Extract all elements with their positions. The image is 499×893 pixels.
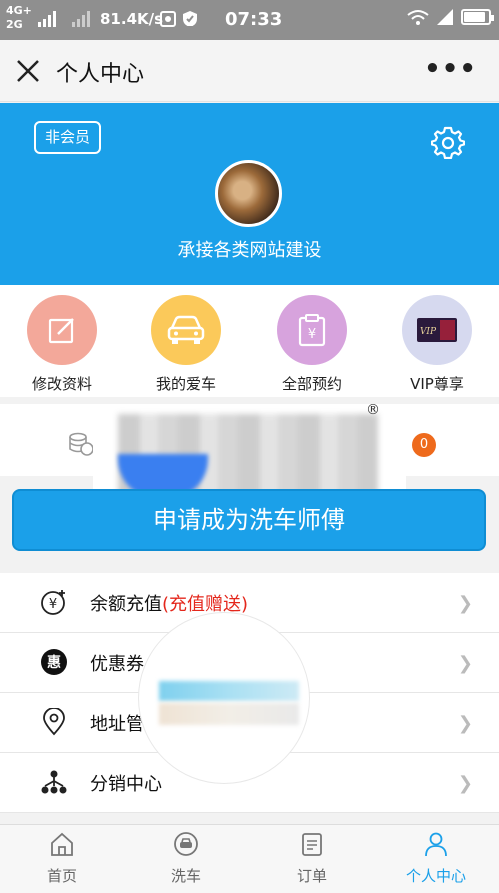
menu-item-label: 余额充值: [90, 594, 162, 615]
svg-text:¥: ¥: [49, 597, 57, 612]
home-icon: [51, 832, 73, 856]
coupon-icon: 惠: [41, 649, 67, 675]
quick-actions: 修改资料 我的爱车 ¥ 全部预约 VIP VIP尊享: [0, 285, 499, 397]
registered-mark: ®: [366, 404, 380, 418]
menu-item-label: 分销中心: [90, 774, 162, 795]
quick-action-appointments[interactable]: ¥ 全部预约: [272, 295, 352, 394]
apply-washer-button[interactable]: 申请成为洗车师傅: [12, 489, 486, 551]
tab-orders[interactable]: 订单: [250, 831, 374, 886]
menu-item-label: 优惠券: [90, 654, 144, 675]
avatar[interactable]: [215, 160, 282, 227]
quick-action-label: VIP尊享: [410, 375, 464, 393]
quick-action-label: 全部预约: [281, 375, 342, 393]
username: 承接各类网站建设: [177, 240, 322, 261]
quick-action-edit-profile[interactable]: 修改资料: [22, 295, 102, 394]
svg-text:惠: 惠: [47, 654, 61, 671]
page-title: 个人中心: [56, 62, 145, 87]
order-icon: [302, 833, 322, 856]
more-menu-button[interactable]: •••: [424, 54, 477, 84]
user-icon: [425, 832, 447, 857]
nav-bar: 个人中心 •••: [0, 40, 499, 102]
signal-icon-secondary: [72, 11, 90, 27]
profile-header: 非会员 承接各类网站建设: [0, 103, 499, 285]
vip-card-icon: VIP: [417, 318, 457, 342]
close-icon[interactable]: [14, 57, 42, 85]
tab-label: 首页: [46, 867, 77, 885]
network-type-bottom: 2G: [6, 18, 23, 31]
distribution-icon: [41, 770, 67, 794]
chevron-right-icon: ❯: [457, 773, 473, 794]
car-wash-icon: [174, 832, 198, 856]
member-status-badge[interactable]: 非会员: [34, 121, 101, 154]
quick-action-label: 我的爱车: [155, 375, 216, 393]
clock: 07:33: [225, 9, 283, 30]
svg-text:¥: ¥: [308, 327, 316, 342]
network-speed: 81.4K/s: [100, 10, 164, 28]
signal-icon: [38, 11, 56, 27]
count-badge[interactable]: 0: [412, 433, 436, 457]
network-type-top: 4G+: [6, 4, 32, 17]
tab-personal-center[interactable]: 个人中心: [374, 831, 498, 886]
quick-action-vip[interactable]: VIP VIP尊享: [397, 295, 477, 394]
car-icon: [167, 315, 205, 344]
redacted-circle: [138, 612, 310, 784]
chevron-right-icon: ❯: [457, 713, 473, 734]
tab-label: 个人中心: [405, 867, 466, 885]
chevron-right-icon: ❯: [457, 593, 473, 614]
appointment-icon: ¥: [298, 314, 326, 347]
quick-action-label: 修改资料: [31, 375, 92, 393]
shield-icon: [183, 11, 197, 26]
tab-home[interactable]: 首页: [0, 831, 124, 886]
svg-text:VIP: VIP: [420, 327, 437, 337]
signal-bars-icon: [437, 9, 453, 25]
tab-label: 洗车: [170, 867, 201, 885]
tab-car-wash[interactable]: 洗车: [124, 831, 248, 886]
bottom-tab-bar: 首页 洗车 订单 个人中心: [0, 824, 499, 893]
network-indicator: 4G+ 2G: [6, 4, 32, 32]
coins-icon[interactable]: [68, 432, 94, 456]
chevron-right-icon: ❯: [457, 653, 473, 674]
menu-item-label: 地址管: [90, 714, 144, 735]
edit-icon: [48, 318, 74, 344]
wifi-icon: [407, 10, 429, 25]
recharge-icon: ¥: [41, 590, 65, 615]
battery-icon: [461, 9, 494, 25]
tab-label: 订单: [296, 867, 327, 885]
gear-icon[interactable]: [431, 125, 465, 159]
notification-icon: [160, 11, 176, 27]
quick-action-my-car[interactable]: 我的爱车: [146, 295, 226, 394]
location-icon: [43, 708, 65, 736]
status-bar: 4G+ 2G 81.4K/s 07:33: [0, 0, 499, 40]
